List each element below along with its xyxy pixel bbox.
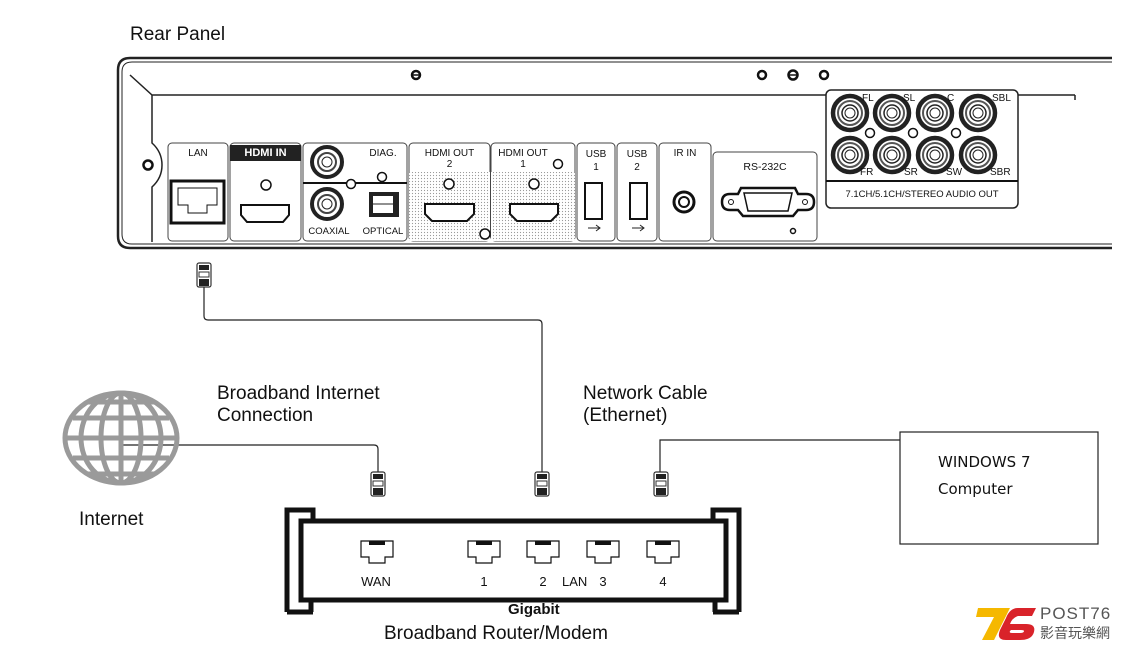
usb-2-label: USB 2 [617, 148, 657, 174]
router-name-label: Broadband Router/Modem [384, 623, 608, 644]
audio-channel-label: C [947, 93, 955, 104]
router-lan-port-label: 1 [480, 574, 488, 589]
post76-logo: POST76 影音玩樂網 [974, 604, 1134, 644]
optical-label: OPTICAL [362, 226, 404, 237]
rj45-plug-icon [370, 471, 386, 497]
network-cable [120, 285, 900, 475]
router-lan-port-label: 4 [659, 574, 667, 589]
network-cable-label-line2: (Ethernet) [583, 405, 668, 426]
computer-label: Computer [938, 480, 1013, 498]
router-lan-label: LAN [562, 574, 588, 589]
broadband-label: Broadband Internet Connection [217, 383, 380, 427]
connection-diagram [62, 56, 1112, 615]
audio-channel-label: FL [862, 93, 874, 104]
usb-2-label-line1: USB [626, 149, 648, 160]
audio-channel-label: SL [903, 93, 916, 104]
hdmi-in-label: HDMI IN [244, 147, 287, 159]
hdmi-out-2-label-line2: 2 [446, 159, 453, 170]
broadband-label-line1: Broadband Internet [217, 383, 380, 404]
audio-channel-label: FR [860, 167, 874, 178]
audio-channel-label: SBR [990, 167, 1011, 178]
audio-channel-label: SR [904, 167, 918, 178]
usb-1-label-line2: 1 [593, 162, 599, 173]
router-gigabit-label: Gigabit [508, 601, 560, 618]
internet-label: Internet [79, 509, 144, 530]
router-lan-port-label: 2 [539, 574, 547, 589]
usb-1-label-line1: USB [585, 149, 607, 160]
hdmi-out-1-label: HDMI OUT 1 [488, 148, 558, 170]
audio-channel-label: SBL [992, 93, 1011, 104]
rca-jack-top-4 [958, 93, 998, 133]
audio-out-caption: 7.1CH/5.1CH/STEREO AUDIO OUT [845, 189, 999, 200]
rs232c-label: RS-232C [743, 161, 787, 173]
router-wan-label: WAN [361, 574, 391, 589]
ir-in-label: IR IN [673, 148, 697, 159]
broadband-label-line2: Connection [217, 405, 314, 426]
network-cable-label-line1: Network Cable [583, 383, 708, 404]
router-lan-port-label: 3 [599, 574, 607, 589]
globe-icon [62, 390, 180, 486]
network-cable-label: Network Cable (Ethernet) [583, 383, 708, 427]
rj45-plug-icon [653, 471, 669, 497]
rj45-plug-icon [196, 262, 212, 288]
usb-1-label: USB 1 [577, 148, 615, 174]
hdmi-out-1-label-line1: HDMI OUT [498, 148, 548, 159]
hdmi-out-1-label-line2: 1 [520, 159, 526, 170]
diag-label: DIAG. [369, 148, 397, 159]
coaxial-label: COAXIAL [308, 226, 350, 237]
hdmi-out-2-label: HDMI OUT 2 [409, 148, 490, 170]
rj45-plug-icon [534, 471, 550, 497]
logo-brand-text: POST76 [1040, 604, 1112, 623]
audio-channel-label: SW [946, 167, 963, 178]
logo-76-icon [976, 608, 1036, 640]
computer-os-label: WINDOWS 7 [938, 453, 1031, 471]
lan-port-label: LAN [188, 148, 208, 159]
usb-2-label-line2: 2 [634, 162, 640, 173]
hdmi-out-2-label-line1: HDMI OUT [424, 148, 475, 159]
logo-chinese-text: 影音玩樂網 [1040, 626, 1110, 642]
